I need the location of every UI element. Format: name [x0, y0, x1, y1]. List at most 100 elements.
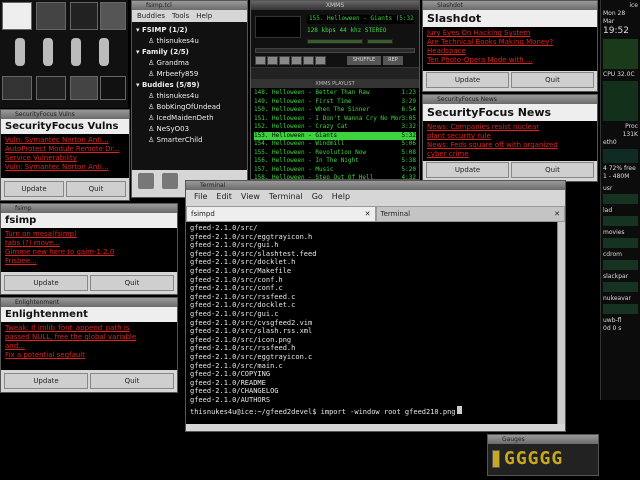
terminal-titlebar[interactable]: Terminal [186, 181, 565, 190]
terminal-scrollbar[interactable] [557, 222, 565, 424]
quit-button[interactable]: Quit [511, 72, 594, 88]
feed-link[interactable]: Are Technical Books Making Money? [427, 38, 593, 47]
menu-help[interactable]: Help [332, 190, 350, 204]
feed-link[interactable]: Headspace [427, 47, 593, 56]
xmms-titlebar[interactable]: XMMS [251, 1, 419, 10]
gauges-titlebar[interactable]: Gauges [488, 435, 598, 444]
playlist-row[interactable]: 149. Helloween - First Time 3:29 [254, 98, 416, 107]
quit-button[interactable]: Quit [66, 181, 126, 197]
menu-edit[interactable]: Edit [216, 190, 232, 204]
menu-help[interactable]: Help [196, 10, 212, 22]
feed-link[interactable]: Jury Eyes On Hacking System [427, 29, 593, 38]
feed-link[interactable]: plant security rule [427, 132, 593, 141]
info-icon[interactable] [162, 173, 178, 189]
buddy-item[interactable]: ♙ thisnukes4u [136, 91, 243, 102]
pause-button[interactable] [279, 56, 290, 65]
play-button[interactable] [267, 56, 278, 65]
group-header[interactable]: ▾ Buddies (5/89) [136, 80, 243, 91]
quit-button[interactable]: Quit [511, 162, 594, 178]
feed-link[interactable]: passed NULL, free the global variable [5, 333, 173, 342]
playlist-row[interactable]: 153. Helloween - Giants 5:32 [254, 131, 416, 140]
pager-thumb-7[interactable] [70, 76, 98, 100]
feed-link[interactable]: Tweak: If imlib_font_append_path is [5, 324, 173, 333]
playlist-row[interactable]: 154. Helloween - Windmill 5:06 [254, 140, 416, 149]
buddy-item[interactable]: ♙ BobKingOfUndead [136, 102, 243, 113]
prev-button[interactable] [255, 56, 266, 65]
desktop-pager[interactable] [0, 0, 128, 108]
feed-link[interactable]: Fix a potential segfault [5, 351, 173, 360]
group-header[interactable]: ▾ FSIMP (1/2) [136, 25, 243, 36]
track-time: 5:08 [401, 148, 416, 156]
repeat-button[interactable]: REP [383, 56, 403, 65]
update-button[interactable]: Update [426, 72, 509, 88]
seek-bar[interactable] [255, 48, 415, 53]
buddy-item[interactable]: ♙ SmarterChild [136, 135, 243, 146]
sf-news-titlebar[interactable]: SecurityFocus News [423, 95, 597, 104]
menu-buddies[interactable]: Buddies [137, 10, 165, 22]
pager-thumb-4[interactable] [100, 2, 126, 30]
buddy-item[interactable]: ♙ thisnukes4u [136, 36, 243, 47]
update-button[interactable]: Update [426, 162, 509, 178]
menu-terminal[interactable]: Terminal [269, 190, 303, 204]
feed-link[interactable]: Vuln: Symantec Norton Anti... [5, 136, 125, 145]
playlist-row[interactable]: 148. Helloween - Better Than Raw 1:23 [254, 89, 416, 98]
pager-thumb-5[interactable] [2, 76, 32, 100]
date-label: Mon 28 Mar [603, 10, 626, 25]
feed-link[interactable]: News: Companies resist nuclear [427, 123, 593, 132]
playlist-row[interactable]: 150. Helloween - When The Sinner 6:54 [254, 106, 416, 115]
tab-terminal[interactable]: Terminal ✕ [375, 206, 565, 222]
menu-tools[interactable]: Tools [172, 10, 189, 22]
playlist-row[interactable]: 152. Helloween - Crazy Cat 3:32 [254, 123, 416, 132]
feed-link[interactable]: Vuln: Symantec Norton Anti... [5, 163, 125, 172]
feed-link[interactable]: and... [5, 342, 173, 351]
buddy-list-titlebar[interactable]: fsimp.tcl [132, 1, 247, 10]
menu-file[interactable]: File [194, 190, 207, 204]
pager-thumb-6[interactable] [36, 76, 66, 100]
buddy-item[interactable]: ♙ NeSyO03 [136, 124, 243, 135]
shuffle-button[interactable]: SHUFFLE [347, 56, 381, 65]
slashdot-titlebar[interactable]: Slashdot [423, 1, 597, 10]
close-tab-icon[interactable]: ✕ [365, 207, 371, 221]
playlist-titlebar[interactable]: XMMS PLAYLIST [251, 80, 419, 88]
quit-button[interactable]: Quit [90, 275, 174, 291]
im-icon[interactable] [138, 173, 154, 189]
pager-thumb-1[interactable] [2, 2, 32, 30]
feed-link[interactable]: Frisbee... [5, 257, 173, 266]
tab-fsimpd[interactable]: fsimpd ✕ [186, 206, 376, 222]
feed-link[interactable]: Service Vulnerability [5, 154, 125, 163]
buddy-item[interactable]: ♙ IcedMaidenDeth [136, 113, 243, 124]
update-button[interactable]: Update [4, 373, 88, 389]
pager-thumb-2[interactable] [36, 2, 66, 30]
feed-link[interactable]: News: Feds square off with organized [427, 141, 593, 150]
fsimp-feed-titlebar[interactable]: fsimp [1, 204, 177, 213]
menu-go[interactable]: Go [312, 190, 323, 204]
balance-slider[interactable] [367, 39, 393, 44]
volume-slider[interactable] [307, 39, 363, 44]
playlist-row[interactable]: 151. Helloween - I Don't Wanna Cry No Mo… [254, 115, 416, 124]
terminal-content[interactable]: gfeed-2.1.0/src/gfeed-2.1.0/src/eggtrayi… [186, 222, 565, 424]
pager-thumb-8[interactable] [100, 76, 126, 100]
eject-button[interactable] [315, 56, 326, 65]
playlist-row[interactable]: 155. Helloween - Revolution Now 5:08 [254, 149, 416, 158]
feed-link[interactable]: AutoProtect Module Remote Dr... [5, 145, 125, 154]
menu-view[interactable]: View [241, 190, 260, 204]
feed-link[interactable]: cyber crime [427, 150, 593, 159]
pager-thumb-3[interactable] [70, 2, 98, 30]
feed-link[interactable]: Turn on mesa(fsimp) [5, 230, 173, 239]
group-header[interactable]: ▾ Family (2/5) [136, 47, 243, 58]
feed-link[interactable]: Ten Photo-Opera Mode with ... [427, 56, 593, 65]
playlist-row[interactable]: 157. Helloween - Music 5:20 [254, 166, 416, 175]
feed-link[interactable]: tabs (?) move... [5, 239, 173, 248]
playlist-row[interactable]: 156. Helloween - In The Night 5:38 [254, 157, 416, 166]
buddy-item[interactable]: ♙ Grandma [136, 58, 243, 69]
close-tab-icon[interactable]: ✕ [554, 207, 560, 221]
stop-button[interactable] [291, 56, 302, 65]
quit-button[interactable]: Quit [90, 373, 174, 389]
update-button[interactable]: Update [4, 181, 64, 197]
buddy-item[interactable]: ♙ Mrbeefy859 [136, 69, 243, 80]
sf-vulns-titlebar[interactable]: SecurityFocus Vulns [1, 110, 129, 119]
update-button[interactable]: Update [4, 275, 88, 291]
feed-link[interactable]: Gimme new here to gaim-1.2.0 [5, 248, 173, 257]
next-button[interactable] [303, 56, 314, 65]
enlightenment-titlebar[interactable]: Enlightenment [1, 298, 177, 307]
